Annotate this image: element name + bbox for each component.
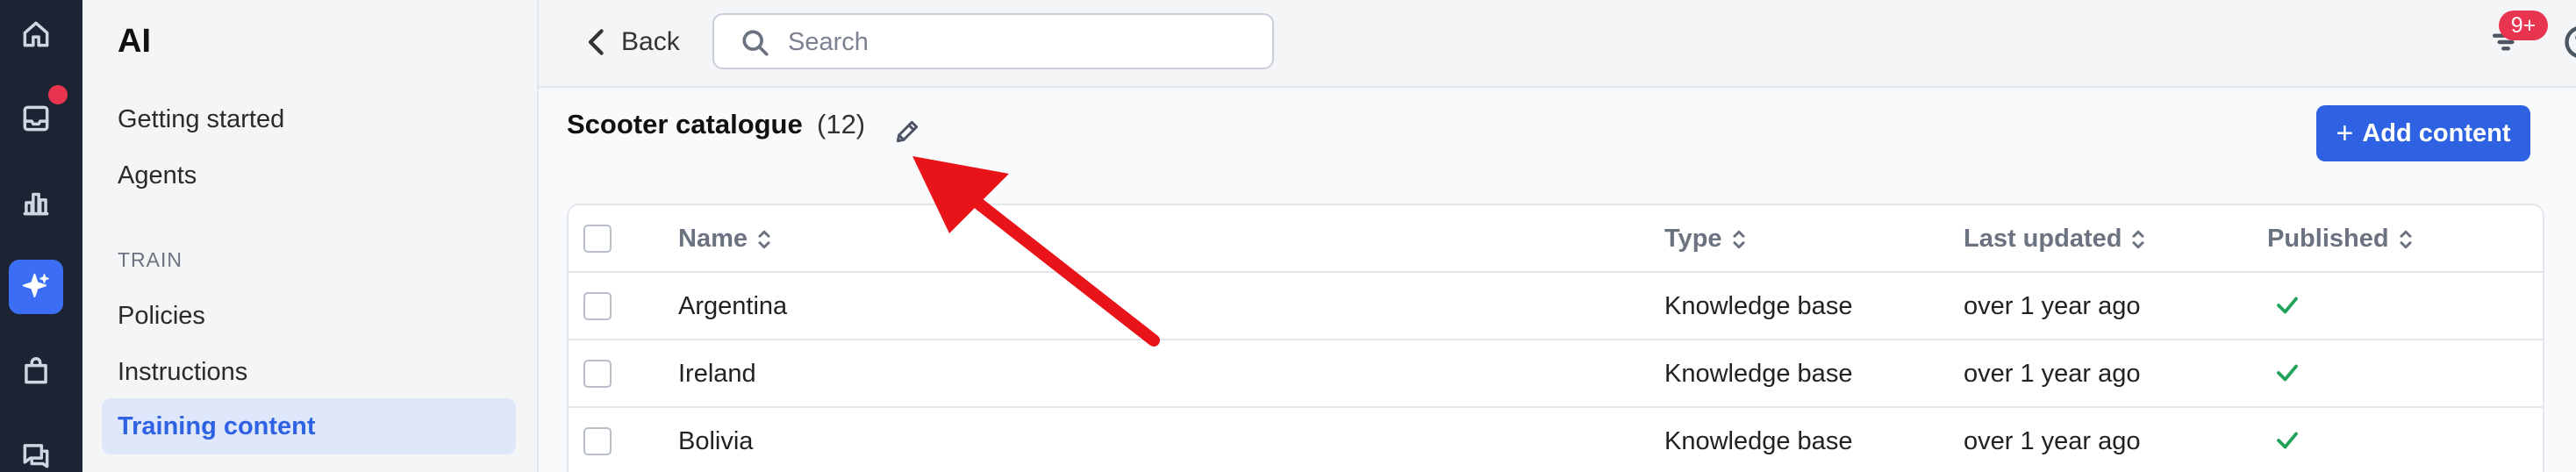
sidebar-item-instructions[interactable]: Instructions: [118, 358, 247, 387]
pencil-icon: [896, 120, 919, 143]
rail-shop-button[interactable]: [9, 344, 63, 398]
rail-home-button[interactable]: [9, 7, 63, 61]
cell-last-updated: over 1 year ago: [1964, 427, 2141, 455]
search-input[interactable]: [788, 25, 1244, 59]
shopping-bag-icon: [25, 357, 47, 384]
sort-icon: [758, 230, 770, 248]
sidebar-item-training-content[interactable]: Training content: [102, 398, 516, 454]
sidebar-item-agents[interactable]: Agents: [118, 161, 197, 190]
item-count: (12): [817, 109, 866, 139]
published-check-icon: [2274, 360, 2301, 393]
top-bar: Back: [539, 0, 2576, 88]
inbox-notification-dot: [48, 85, 68, 104]
cell-type: Knowledge base: [1664, 360, 1853, 388]
column-header-last-updated[interactable]: Last updated: [1964, 225, 2148, 254]
select-all-checkbox[interactable]: [583, 225, 612, 253]
messages-icon: [23, 444, 49, 468]
column-label: Published: [2267, 225, 2389, 253]
cell-name[interactable]: Bolivia: [678, 427, 753, 456]
help-button[interactable]: [2562, 23, 2576, 61]
row-checkbox[interactable]: [583, 427, 612, 455]
table-row[interactable]: Argentina Knowledge base over 1 year ago: [569, 273, 2543, 340]
ai-sparkle-icon: [22, 273, 49, 298]
published-check-icon: [2274, 427, 2301, 461]
icon-rail: [0, 0, 82, 472]
ai-sidebar: AI Getting started Agents TRAIN Policies…: [82, 0, 539, 472]
published-check-icon: [2274, 292, 2301, 325]
column-label: Name: [678, 225, 748, 253]
sidebar-item-getting-started[interactable]: Getting started: [118, 105, 284, 134]
back-label: Back: [621, 27, 680, 56]
cell-name[interactable]: Argentina: [678, 292, 787, 321]
cell-last-updated: over 1 year ago: [1964, 360, 2141, 388]
column-label: Type: [1664, 225, 1722, 253]
search-box[interactable]: [712, 13, 1274, 69]
search-icon: [742, 30, 769, 56]
table-row[interactable]: Ireland Knowledge base over 1 year ago: [569, 340, 2543, 408]
inbox-icon: [23, 105, 49, 132]
cell-type: Knowledge base: [1664, 292, 1853, 320]
cell-last-updated: over 1 year ago: [1964, 292, 2141, 320]
column-label: Last updated: [1964, 225, 2122, 253]
add-content-label: Add content: [2362, 118, 2511, 147]
content-table: Name Type Last updated Published Argenti…: [567, 204, 2544, 472]
sidebar-item-label: Training content: [118, 412, 316, 440]
reports-icon: [23, 192, 49, 216]
notification-count-badge: 9+: [2499, 11, 2548, 40]
table-row[interactable]: Bolivia Knowledge base over 1 year ago: [569, 408, 2543, 472]
sort-icon: [2400, 230, 2412, 248]
rail-reports-button[interactable]: [9, 175, 63, 230]
edit-title-button[interactable]: [893, 118, 921, 146]
column-header-type[interactable]: Type: [1664, 225, 1749, 254]
rail-ai-button[interactable]: [9, 260, 63, 314]
home-icon: [23, 21, 49, 47]
chevron-left-icon: [588, 29, 604, 55]
column-header-published[interactable]: Published: [2267, 225, 2415, 254]
table-header-row: Name Type Last updated Published: [569, 205, 2543, 273]
row-checkbox[interactable]: [583, 292, 612, 320]
add-content-button[interactable]: + Add content: [2316, 105, 2530, 161]
sort-icon: [2132, 230, 2144, 248]
help-icon: [2565, 26, 2576, 58]
column-header-name[interactable]: Name: [678, 225, 774, 254]
sidebar-section-train: TRAIN: [118, 248, 182, 271]
sidebar-title: AI: [118, 23, 151, 60]
cell-name[interactable]: Ireland: [678, 360, 756, 389]
page-title: Scooter catalogue: [567, 109, 803, 139]
back-button[interactable]: Back: [584, 25, 680, 60]
sort-icon: [1733, 230, 1745, 248]
plus-icon: +: [2336, 117, 2354, 150]
row-checkbox[interactable]: [583, 360, 612, 388]
rail-messages-button[interactable]: [9, 428, 63, 472]
cell-type: Knowledge base: [1664, 427, 1853, 455]
sidebar-item-policies[interactable]: Policies: [118, 302, 205, 331]
